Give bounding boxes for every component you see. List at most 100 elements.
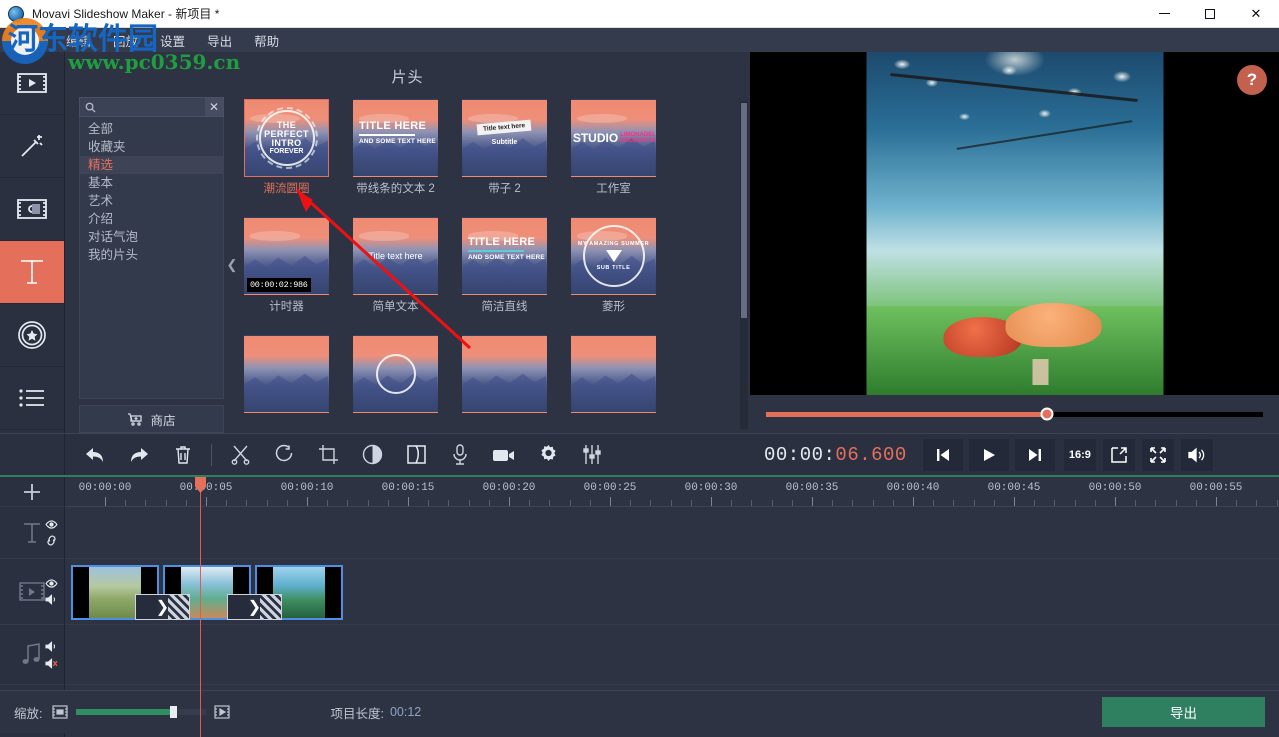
export-button[interactable]: 导出 (1102, 697, 1265, 727)
preset-art-line3: INTRO (272, 139, 302, 148)
cart-add-icon (127, 413, 143, 426)
sidebar-item-filters[interactable] (0, 115, 64, 178)
transition-icon (17, 197, 47, 221)
timeline-track-video[interactable]: ❯ ❯ (65, 559, 1279, 625)
category-favorites[interactable]: 收藏夹 (80, 138, 223, 156)
preset-item[interactable]: MY AMAZING SUMMER SUB TITLE 菱形 (571, 217, 656, 335)
window-title: Movavi Slideshow Maker - 新项目 * (32, 5, 219, 22)
sidebar-item-titles[interactable] (0, 241, 64, 304)
menu-item-file[interactable]: 文件 (8, 28, 55, 53)
eye-icon[interactable] (45, 579, 58, 588)
redo-button[interactable] (117, 435, 161, 475)
settings-button[interactable] (526, 435, 570, 475)
preset-item[interactable]: 00:00:02:986 计时器 (244, 217, 329, 335)
volume-icon (1188, 447, 1206, 463)
detach-window-icon (1111, 447, 1127, 463)
category-basic[interactable]: 基本 (80, 174, 223, 192)
help-button[interactable]: ? (1237, 65, 1267, 95)
prev-frame-button[interactable] (923, 439, 963, 471)
sidebar-item-more[interactable] (0, 367, 64, 430)
speaker-icon[interactable] (45, 594, 58, 605)
timeline-track-audio[interactable] (65, 625, 1279, 685)
skip-forward-icon (1027, 447, 1043, 463)
preset-thumbnail: Title text here (353, 217, 438, 295)
category-featured[interactable]: 精选 (80, 156, 223, 174)
seek-slider[interactable] (766, 412, 1263, 417)
menu-item-help[interactable]: 帮助 (243, 28, 290, 53)
menu-item-settings[interactable]: 设置 (149, 28, 196, 53)
equalizer-button[interactable] (570, 435, 614, 475)
fullscreen-button[interactable] (1142, 439, 1174, 471)
undo-button[interactable] (73, 435, 117, 475)
seek-handle[interactable] (1040, 408, 1053, 421)
preset-grid-scrollbar[interactable] (740, 101, 748, 429)
preset-item[interactable]: TITLE HERE AND SOME TEXT HERE 简洁直线 (462, 217, 547, 335)
next-frame-button[interactable] (1015, 439, 1055, 471)
sidebar-item-import[interactable] (0, 52, 64, 115)
record-audio-button[interactable] (438, 435, 482, 475)
record-video-button[interactable] (482, 435, 526, 475)
preset-item[interactable] (244, 335, 329, 433)
search-input[interactable] (100, 101, 205, 113)
track-header-video[interactable] (0, 559, 64, 625)
transition-1[interactable]: ❯ (135, 594, 190, 620)
track-header-audio[interactable] (0, 625, 64, 685)
maximize-icon[interactable] (1187, 0, 1233, 27)
preset-item[interactable]: THE PERFECT INTRO FOREVER 潮流圆圈 (244, 99, 329, 217)
menu-item-export[interactable]: 导出 (196, 28, 243, 53)
gear-icon (538, 444, 559, 465)
menu-item-playback[interactable]: 回放 (102, 28, 149, 53)
add-track-button[interactable] (0, 477, 64, 507)
crop-button[interactable] (306, 435, 350, 475)
preset-thumbnail (244, 335, 329, 413)
ruler-label: 00:00:45 (988, 482, 1041, 494)
clear-search-icon[interactable]: ✕ (205, 98, 223, 116)
preview-screen[interactable]: ? (750, 52, 1279, 395)
rotate-button[interactable] (262, 435, 306, 475)
eye-icon[interactable] (45, 520, 58, 529)
playhead[interactable] (200, 477, 201, 737)
speaker-icon[interactable] (45, 641, 58, 652)
track-header-titles[interactable] (0, 507, 64, 559)
category-intro[interactable]: 介绍 (80, 210, 223, 228)
scrollbar-thumb[interactable] (741, 103, 747, 318)
zoom-out-film-icon[interactable] (52, 705, 68, 719)
window-controls: ✕ (1141, 0, 1279, 27)
preset-item[interactable]: Title text here 简单文本 (353, 217, 438, 335)
preset-item[interactable] (571, 335, 656, 433)
zoom-slider[interactable] (76, 709, 206, 715)
speaker-muted-icon[interactable] (45, 658, 58, 669)
close-icon[interactable]: ✕ (1233, 0, 1279, 27)
collapse-panel-chevron-left-icon[interactable]: ❮ (224, 97, 240, 433)
timeline-ruler[interactable]: 00:00:00 00:00:05 00:00:10 00:00:15 00:0… (65, 477, 1279, 507)
color-adjust-button[interactable] (350, 435, 394, 475)
category-bubbles[interactable]: 对话气泡 (80, 228, 223, 246)
play-button[interactable] (969, 439, 1009, 471)
preset-item[interactable]: Title text here Subtitle 带子 2 (462, 99, 547, 217)
volume-button[interactable] (1181, 439, 1213, 471)
delete-button[interactable] (161, 435, 205, 475)
transition-2[interactable]: ❯ (227, 594, 282, 620)
store-button[interactable]: 商店 (79, 405, 224, 433)
preset-item[interactable] (462, 335, 547, 433)
timeline-track-titles[interactable] (65, 507, 1279, 559)
category-my-titles[interactable]: 我的片头 (80, 246, 223, 264)
zoom-in-film-icon[interactable] (214, 705, 230, 719)
aspect-ratio-button[interactable]: 16:9 (1064, 439, 1096, 471)
preset-item[interactable]: STUDIO LIMONADELE PRODUCTION 工作室 (571, 99, 656, 217)
zoom-handle[interactable] (170, 706, 177, 718)
sidebar-item-transitions[interactable] (0, 178, 64, 241)
preset-item[interactable]: TITLE HERE AND SOME TEXT HERE 带线条的文本 2 (353, 99, 438, 217)
category-all[interactable]: 全部 (80, 120, 223, 138)
preset-item[interactable] (353, 335, 438, 433)
menu-item-edit[interactable]: 编辑 (55, 28, 102, 53)
link-icon[interactable] (45, 535, 58, 546)
search-box[interactable]: ✕ (79, 97, 224, 117)
preset-label: 工作室 (571, 182, 656, 196)
sidebar-item-stickers[interactable] (0, 304, 64, 367)
detach-window-button[interactable] (1103, 439, 1135, 471)
split-button[interactable] (218, 435, 262, 475)
transition-button[interactable] (394, 435, 438, 475)
category-artistic[interactable]: 艺术 (80, 192, 223, 210)
minimize-icon[interactable] (1141, 0, 1187, 27)
